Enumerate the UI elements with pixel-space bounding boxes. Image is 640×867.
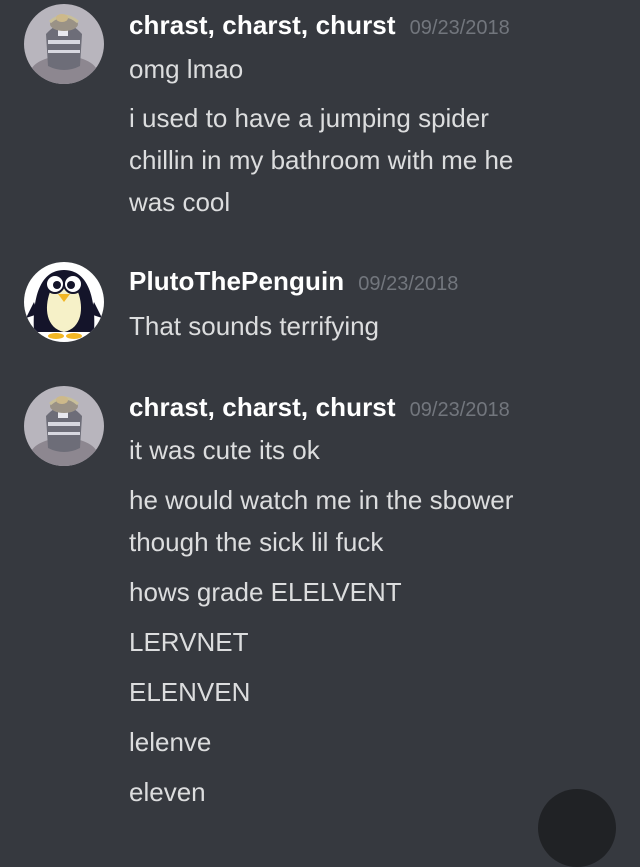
message-text: lelenve	[129, 727, 212, 757]
message-header: chrast, charst, churst 09/23/2018	[129, 10, 510, 41]
knit-beanie-avatar-icon	[24, 4, 104, 84]
message-text: i used to have a jumping spider	[129, 103, 489, 133]
username[interactable]: chrast, charst, churst	[129, 392, 396, 422]
message-text: chillin in my bathroom with me he	[129, 145, 514, 175]
message-text: was cool	[129, 187, 231, 217]
username[interactable]: chrast, charst, churst	[129, 10, 396, 40]
message-header: chrast, charst, churst 09/23/2018	[129, 392, 510, 423]
timestamp: 09/23/2018	[409, 17, 510, 39]
user-avatar[interactable]	[24, 262, 104, 342]
message-text: That sounds terrifying	[129, 311, 380, 341]
user-avatar[interactable]	[24, 386, 104, 466]
cartoon-penguin-avatar-icon	[24, 262, 104, 342]
user-avatar[interactable]	[24, 4, 104, 84]
message-text: omg lmao	[129, 54, 244, 84]
username[interactable]: PlutoThePenguin	[129, 266, 344, 296]
message-text: hows grade ELELVENT	[129, 577, 402, 607]
message-text: though the sick lil fuck	[129, 527, 384, 557]
timestamp: 09/23/2018	[409, 399, 510, 421]
message-header: PlutoThePenguin 09/23/2018	[129, 266, 458, 297]
message-text: LERVNET	[129, 627, 249, 657]
message-text: it was cute its ok	[129, 435, 320, 465]
message-text: he would watch me in the sbower	[129, 485, 514, 515]
timestamp: 09/23/2018	[358, 273, 459, 295]
message-text: ELENVEN	[129, 677, 251, 707]
floating-action-button[interactable]	[538, 789, 616, 867]
knit-beanie-avatar-icon	[24, 386, 104, 466]
